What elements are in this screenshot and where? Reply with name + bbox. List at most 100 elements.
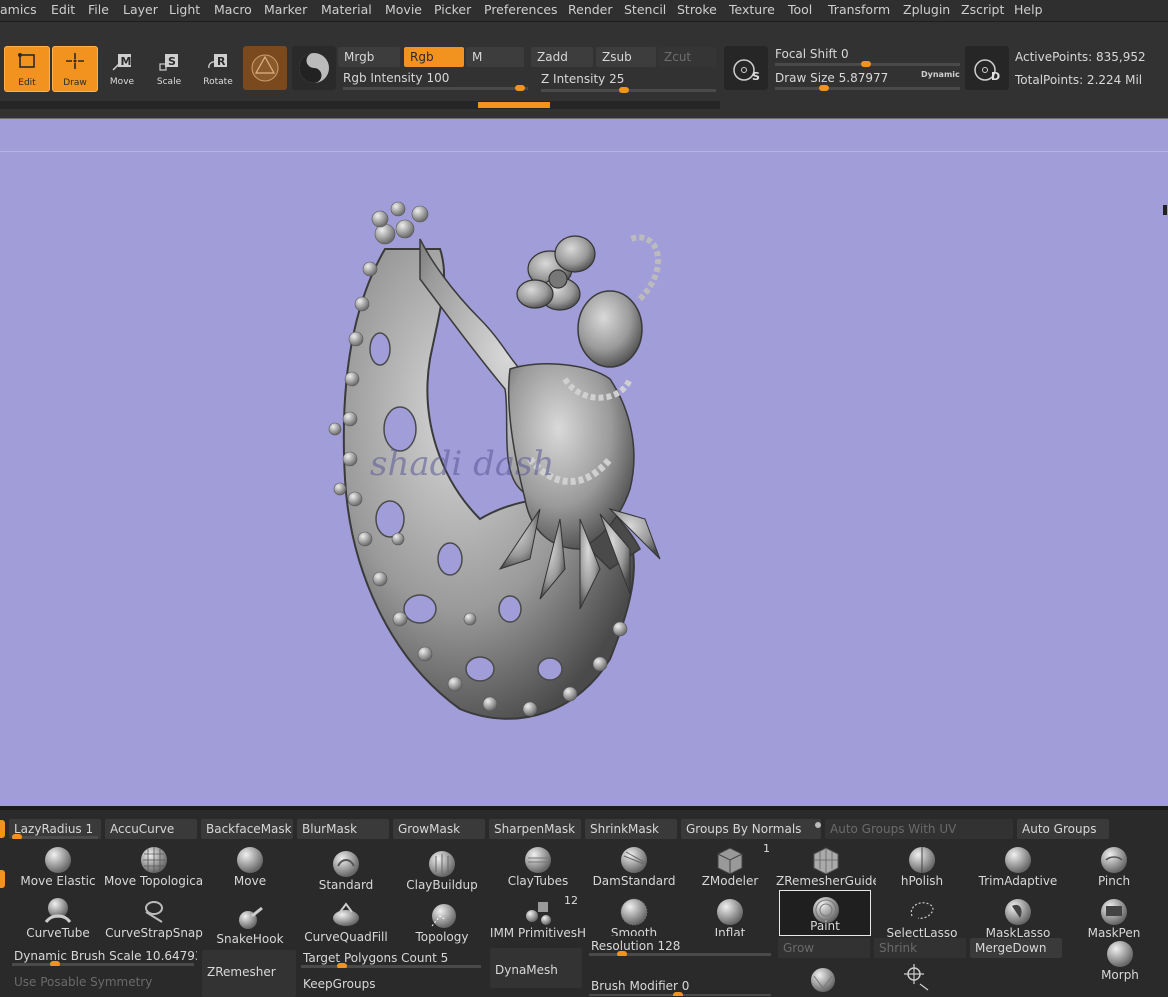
- partial-brush-icon-2[interactable]: [900, 962, 934, 992]
- brush-damstandard[interactable]: DamStandard: [588, 842, 680, 888]
- brush-curvestrapsnap[interactable]: CurveStrapSnap: [105, 894, 203, 940]
- damstandard-icon: [621, 847, 647, 873]
- menu-tool[interactable]: Tool: [788, 2, 812, 17]
- zremesher-button[interactable]: ZRemesher: [202, 950, 296, 997]
- brush-standard[interactable]: Standard: [300, 846, 392, 892]
- draw-icon: [66, 53, 84, 69]
- brush-claytubes[interactable]: ClayTubes: [492, 842, 584, 888]
- dynamic-brush-scale-slider[interactable]: Dynamic Brush Scale 10.64793: [9, 946, 197, 966]
- material-swatch[interactable]: [243, 46, 287, 90]
- target-polygons-slider[interactable]: Target Polygons Count 5: [298, 948, 484, 968]
- panel-edge-handle[interactable]: [0, 820, 5, 838]
- rotate-button[interactable]: R Rotate: [196, 46, 240, 90]
- auto-groups-button[interactable]: Auto Groups: [1017, 819, 1109, 839]
- menu-movie[interactable]: Movie: [385, 2, 422, 17]
- brush-move-topological[interactable]: Move Topological: [104, 842, 204, 888]
- brush-smooth[interactable]: Smooth: [588, 894, 680, 940]
- brush-claybuildup[interactable]: ClayBuildup: [396, 846, 488, 892]
- draw-size-slider[interactable]: [775, 85, 960, 91]
- brush-topology[interactable]: Topology: [396, 898, 488, 944]
- brush-inflat[interactable]: Inflat: [684, 894, 776, 940]
- groups-by-normals-button[interactable]: Groups By Normals: [681, 819, 821, 839]
- edit-button[interactable]: Edit: [4, 46, 50, 92]
- brush-modifier-slider[interactable]: Brush Modifier 0: [586, 976, 774, 996]
- brush-pinch[interactable]: Pinch: [1068, 842, 1160, 888]
- menu-help[interactable]: Help: [1014, 2, 1043, 17]
- move-icon: M: [112, 54, 131, 71]
- menu-zscript[interactable]: Zscript: [961, 2, 1004, 17]
- brush-snakehook[interactable]: SnakeHook: [204, 900, 296, 946]
- dynamesh-button[interactable]: DynaMesh: [490, 948, 582, 988]
- menu-preferences[interactable]: Preferences: [484, 2, 558, 17]
- mergedown-button[interactable]: MergeDown: [970, 938, 1062, 958]
- menu-render[interactable]: Render: [568, 2, 613, 17]
- brush-morph[interactable]: Morph: [1074, 936, 1166, 982]
- brush-move-elastic[interactable]: Move Elastic: [12, 842, 104, 888]
- brush-imm-primitives[interactable]: 12 IMM PrimitivesH: [490, 894, 586, 940]
- dynamic-toggle[interactable]: Dynamic: [921, 70, 960, 79]
- mrgb-toggle[interactable]: Mrgb: [338, 47, 400, 67]
- menu-stencil[interactable]: Stencil: [624, 2, 666, 17]
- blurmask-button[interactable]: BlurMask: [297, 819, 389, 839]
- rgb-intensity-slider[interactable]: [343, 85, 528, 91]
- rgb-toggle[interactable]: Rgb: [404, 47, 464, 67]
- backfacemask-button[interactable]: BackfaceMask: [201, 819, 293, 839]
- sharpenmask-button[interactable]: SharpenMask: [489, 819, 581, 839]
- zadd-toggle[interactable]: Zadd: [531, 47, 593, 67]
- menu-macro[interactable]: Macro: [214, 2, 252, 17]
- color-swatch[interactable]: [292, 46, 336, 90]
- brush-maskpen[interactable]: MaskPen: [1068, 894, 1160, 940]
- smooth-icon: [620, 898, 648, 926]
- svg-text:S: S: [752, 70, 760, 83]
- z-intensity-value: 25: [609, 72, 625, 86]
- panel-edge-handle-2[interactable]: [0, 870, 5, 888]
- partial-brush-icon-1[interactable]: [806, 962, 840, 992]
- menu-layer[interactable]: Layer: [123, 2, 158, 17]
- zmodeler-badge: 1: [763, 842, 770, 855]
- menu-file[interactable]: File: [88, 2, 109, 17]
- menu-edit[interactable]: Edit: [51, 2, 75, 17]
- lazy-radius-slider[interactable]: LazyRadius 1: [9, 819, 101, 839]
- shrinkmask-button[interactable]: ShrinkMask: [585, 819, 677, 839]
- menu-material[interactable]: Material: [321, 2, 372, 17]
- scale-button[interactable]: S Scale: [147, 46, 191, 90]
- growmask-button[interactable]: GrowMask: [393, 819, 485, 839]
- zcut-toggle[interactable]: Zcut: [658, 47, 716, 67]
- brush-hpolish[interactable]: hPolish: [876, 842, 968, 888]
- menu-marker[interactable]: Marker: [264, 2, 307, 17]
- menu-dynamics[interactable]: amics: [0, 2, 37, 17]
- accucurve-button[interactable]: AccuCurve: [105, 819, 197, 839]
- brush-zremesherguide[interactable]: ZRemesherGuide: [776, 842, 876, 888]
- menu-light[interactable]: Light: [169, 2, 200, 17]
- draw-button[interactable]: Draw: [52, 46, 98, 92]
- brush-move[interactable]: Move: [204, 842, 296, 888]
- focal-s-button[interactable]: S: [724, 46, 768, 90]
- z-intensity-slider[interactable]: [541, 87, 716, 93]
- menu-picker[interactable]: Picker: [434, 2, 471, 17]
- menu-stroke[interactable]: Stroke: [677, 2, 717, 17]
- move-label: Move: [109, 77, 135, 87]
- brush-zmodeler[interactable]: 1 ZModeler: [684, 842, 776, 888]
- brush-masklasso[interactable]: MaskLasso: [972, 894, 1064, 940]
- shrink-button[interactable]: Shrink: [874, 938, 966, 958]
- focal-shift-slider[interactable]: [775, 61, 960, 67]
- grow-button[interactable]: Grow: [778, 938, 870, 958]
- menu-texture[interactable]: Texture: [729, 2, 775, 17]
- menu-transform[interactable]: Transform: [828, 2, 890, 17]
- m-toggle[interactable]: M: [466, 47, 524, 67]
- canvas-viewport[interactable]: shadi dash: [0, 118, 1168, 806]
- horizon-line: [0, 151, 1168, 152]
- auto-groups-with-uv-button[interactable]: Auto Groups With UV: [825, 819, 1013, 839]
- brush-paint[interactable]: Paint: [779, 890, 871, 936]
- brush-trimadaptive[interactable]: TrimAdaptive: [972, 842, 1064, 888]
- keepgroups-toggle[interactable]: KeepGroups: [298, 974, 484, 994]
- menu-zplugin[interactable]: Zplugin: [903, 2, 950, 17]
- brush-selectlasso[interactable]: SelectLasso: [876, 894, 968, 940]
- use-posable-symmetry-toggle[interactable]: Use Posable Symmetry: [9, 972, 197, 992]
- move-button[interactable]: M Move: [100, 46, 144, 90]
- resolution-slider[interactable]: Resolution 128: [586, 936, 774, 956]
- draw-d-button[interactable]: D: [965, 46, 1009, 90]
- brush-curvequadfill[interactable]: CurveQuadFill: [300, 898, 392, 944]
- brush-curvetube[interactable]: CurveTube: [12, 894, 104, 940]
- zsub-toggle[interactable]: Zsub: [596, 47, 656, 67]
